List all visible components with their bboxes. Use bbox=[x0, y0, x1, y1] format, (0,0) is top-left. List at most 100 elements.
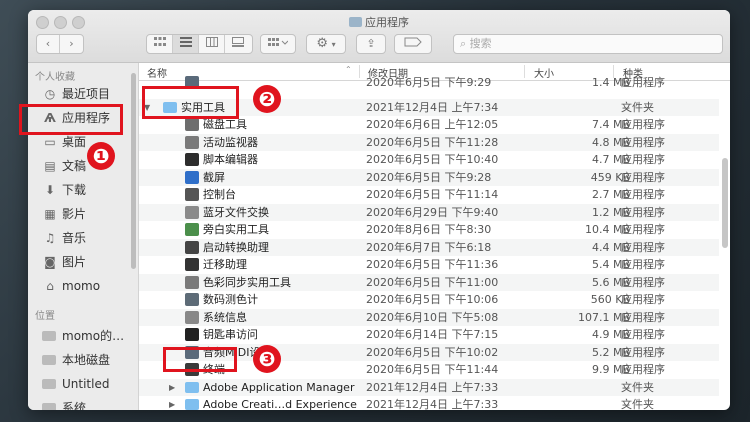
forward-button[interactable]: › bbox=[60, 35, 83, 53]
view-switcher bbox=[146, 34, 253, 54]
sidebar-item-music[interactable]: ♫ 音乐 bbox=[42, 228, 136, 248]
sidebar-item-untitled[interactable]: Untitled bbox=[42, 374, 136, 394]
table-row[interactable]: 蓝牙文件交换 2020年6月29日 下午9:40 1.2 MB 应用程序 bbox=[139, 203, 719, 221]
step-badge-3: ❸ bbox=[253, 345, 281, 373]
folder-row[interactable]: ▶ Adobe Creati…d Experience 2021年12月4日 上午7… bbox=[139, 396, 719, 410]
search-input[interactable]: ⌕ 搜索 bbox=[453, 34, 723, 54]
modified-date: 2020年6月5日 下午11:28 bbox=[366, 135, 499, 149]
sidebar-item-downloads[interactable]: ⬇ 下载 bbox=[42, 180, 136, 200]
clock-icon: ◷ bbox=[44, 87, 56, 101]
search-icon: ⌕ bbox=[460, 37, 467, 50]
film-icon: ▦ bbox=[44, 207, 56, 221]
file-size: 7.4 MB bbox=[591, 118, 630, 131]
sidebar-item-movies[interactable]: ▦ 影片 bbox=[42, 204, 136, 224]
sidebar-item-computer[interactable]: momo的… bbox=[42, 326, 136, 346]
file-kind: 应用程序 bbox=[621, 363, 665, 376]
file-size: 9.9 MB bbox=[591, 363, 630, 376]
file-size: 1.2 MB bbox=[591, 205, 630, 219]
gallery-view-button[interactable] bbox=[225, 35, 251, 53]
folder-row[interactable]: ▶ Adobe Application Manager 2021年12月4日 上午7… bbox=[139, 378, 719, 396]
sidebar-item-home[interactable]: ⌂ momo bbox=[42, 276, 136, 296]
file-size: 4.7 MB bbox=[591, 153, 630, 166]
file-kind: 文件夹 bbox=[621, 398, 654, 410]
file-size: 5.4 MB bbox=[591, 258, 630, 271]
file-kind: 应用程序 bbox=[621, 223, 665, 236]
modified-date: 2020年6月29日 下午9:40 bbox=[366, 205, 499, 219]
highlight-utilities bbox=[142, 86, 239, 119]
file-kind: 应用程序 bbox=[621, 188, 665, 201]
group-button[interactable] bbox=[260, 34, 296, 54]
modified-date: 2020年6月5日 下午9:28 bbox=[366, 170, 492, 184]
desktop-icon: ▭ bbox=[44, 135, 56, 149]
sidebar-item-local-disk[interactable]: 本地磁盘 bbox=[42, 350, 136, 370]
list-view-button[interactable] bbox=[173, 35, 199, 53]
modified-date: 2020年8月6日 下午8:30 bbox=[366, 223, 492, 236]
app-icon bbox=[185, 188, 199, 201]
table-row[interactable]: 钥匙串访问 2020年6月14日 下午7:15 4.9 MB 应用程序 bbox=[139, 326, 719, 343]
file-name: 迁移助理 bbox=[203, 258, 247, 271]
folder-icon bbox=[185, 381, 199, 393]
file-size: 5.6 MB bbox=[591, 275, 630, 289]
file-size: 10.4 MB bbox=[584, 223, 630, 236]
file-kind: 应用程序 bbox=[621, 328, 665, 341]
table-row[interactable]: 启动转换助理 2020年6月7日 下午6:18 4.4 MB 应用程序 bbox=[139, 238, 719, 256]
table-row[interactable]: 脚本编辑器 2020年6月5日 下午10:40 4.7 MB 应用程序 bbox=[139, 151, 719, 168]
table-row[interactable]: 色彩同步实用工具 2020年6月5日 下午11:00 5.6 MB 应用程序 bbox=[139, 273, 719, 291]
table-row[interactable]: 截屏 2020年6月5日 下午9:28 459 KB 应用程序 bbox=[139, 168, 719, 186]
file-kind: 应用程序 bbox=[621, 293, 665, 306]
sidebar-item-recents[interactable]: ◷ 最近项目 bbox=[42, 84, 136, 104]
table-row[interactable]: 控制台 2020年6月5日 下午11:14 2.7 MB 应用程序 bbox=[139, 186, 719, 203]
file-name: 系统信息 bbox=[203, 310, 247, 324]
table-row[interactable]: 活动监视器 2020年6月5日 下午11:28 4.8 MB 应用程序 bbox=[139, 133, 719, 151]
modified-date: 2021年12月4日 上午7:34 bbox=[366, 100, 499, 114]
icon-view-button[interactable] bbox=[147, 35, 173, 53]
sidebar-item-system[interactable]: 系统 bbox=[42, 398, 136, 410]
gallery-icon bbox=[232, 37, 244, 47]
file-size: 560 KB bbox=[590, 293, 630, 306]
modified-date: 2020年6月5日 下午10:40 bbox=[366, 153, 499, 166]
columns-icon bbox=[205, 37, 218, 47]
app-icon bbox=[185, 293, 199, 306]
folder-icon bbox=[349, 17, 362, 27]
file-size: 107.1 MB bbox=[577, 310, 630, 324]
file-kind: 应用程序 bbox=[621, 118, 665, 131]
tag-button[interactable] bbox=[394, 34, 432, 54]
table-row[interactable]: 迁移助理 2020年6月5日 下午11:36 5.4 MB 应用程序 bbox=[139, 256, 719, 273]
folder-icon bbox=[185, 399, 199, 410]
file-name: 活动监视器 bbox=[203, 135, 258, 149]
disclosure-collapsed-icon[interactable]: ▶ bbox=[169, 396, 179, 410]
home-icon: ⌂ bbox=[46, 279, 54, 293]
action-button[interactable]: ⚙ ▾ bbox=[306, 34, 346, 54]
share-button[interactable]: ⇪ bbox=[356, 34, 386, 54]
table-row[interactable]: 数码测色计 2020年6月5日 下午10:06 560 KB 应用程序 bbox=[139, 291, 719, 308]
app-icon bbox=[185, 153, 199, 166]
disclosure-collapsed-icon[interactable]: ▶ bbox=[169, 379, 179, 396]
sidebar-item-pictures[interactable]: ◙ 图片 bbox=[42, 252, 136, 272]
disk-icon bbox=[42, 379, 56, 389]
modified-date: 2020年6月10日 下午5:08 bbox=[366, 310, 499, 324]
back-button[interactable]: ‹ bbox=[37, 35, 60, 53]
file-name: Adobe Creati…d Experience bbox=[203, 398, 357, 410]
file-size: -- bbox=[622, 380, 630, 394]
download-icon: ⬇ bbox=[44, 183, 56, 197]
modified-date: 2020年6月7日 下午6:18 bbox=[366, 240, 492, 254]
sidebar-scrollbar[interactable] bbox=[131, 73, 136, 269]
table-row[interactable]: 旁白实用工具 2020年8月6日 下午8:30 10.4 MB 应用程序 bbox=[139, 221, 719, 238]
app-icon bbox=[185, 275, 199, 289]
file-kind: 应用程序 bbox=[621, 135, 665, 149]
modified-date: 2020年6月5日 下午10:06 bbox=[366, 293, 499, 306]
list-scrollbar[interactable] bbox=[722, 158, 728, 248]
disk-icon bbox=[42, 403, 56, 410]
file-size: 5.2 MB bbox=[591, 345, 630, 359]
table-row[interactable]: 系统信息 2020年6月10日 下午5:08 107.1 MB 应用程序 bbox=[139, 308, 719, 326]
file-kind: 文件夹 bbox=[621, 380, 654, 394]
column-view-button[interactable] bbox=[199, 35, 225, 53]
sort-chevron-icon: ⌃ bbox=[345, 65, 352, 74]
highlight-applications bbox=[19, 104, 123, 135]
chevron-down-icon: ▾ bbox=[331, 40, 336, 49]
file-kind: 应用程序 bbox=[621, 258, 665, 271]
file-kind: 文件夹 bbox=[621, 100, 654, 114]
document-icon: ▤ bbox=[44, 159, 56, 173]
file-name: 数码测色计 bbox=[203, 293, 258, 306]
file-name: 控制台 bbox=[203, 188, 236, 201]
